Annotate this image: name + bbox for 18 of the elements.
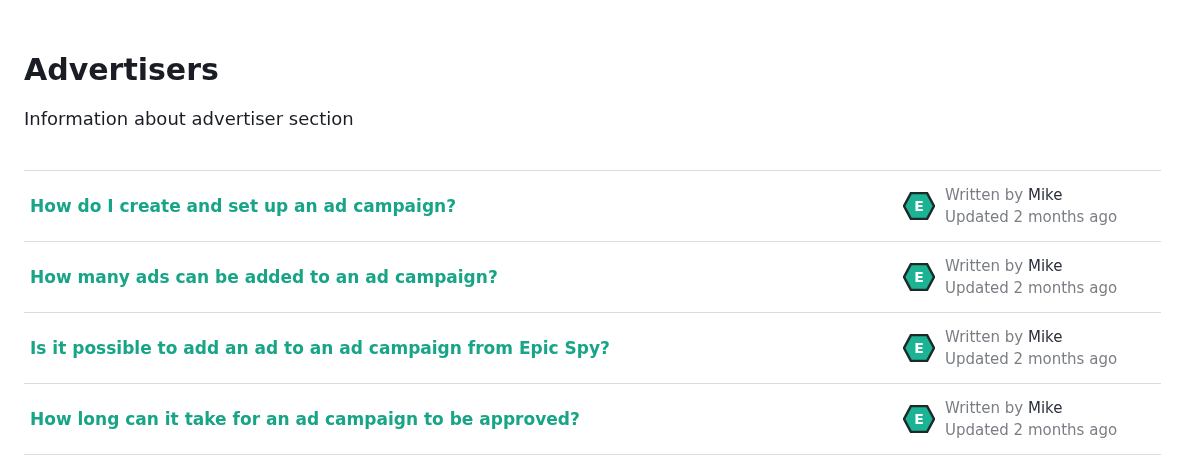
section-description: Information about advertiser section bbox=[24, 107, 355, 131]
article-link[interactable]: How long can it take for an ad campaign to be approved? bbox=[30, 409, 580, 429]
updated-time: Updated 2 months ago bbox=[945, 278, 1118, 299]
updated-time: Updated 2 months ago bbox=[945, 420, 1118, 441]
article-link[interactable]: How many ads can be added to an ad campaign? bbox=[30, 267, 498, 287]
article-link[interactable]: How do I create and set up an ad campaign? bbox=[30, 196, 457, 216]
author-line: Written by Mike bbox=[945, 256, 1064, 277]
author-avatar: E bbox=[903, 263, 935, 291]
updated-time: Updated 2 months ago bbox=[945, 349, 1118, 370]
author-line: Written by Mike bbox=[945, 185, 1064, 206]
author-avatar: E bbox=[903, 334, 935, 362]
author-avatar: E bbox=[903, 405, 935, 433]
author-avatar: E bbox=[903, 192, 935, 220]
author-line: Written by Mike bbox=[945, 327, 1064, 348]
updated-time: Updated 2 months ago bbox=[945, 207, 1118, 228]
article-link[interactable]: Is it possible to add an ad to an ad campaign from Epic Spy? bbox=[30, 338, 610, 358]
author-line: Written by Mike bbox=[945, 398, 1064, 419]
page-title: Advertisers bbox=[24, 51, 220, 89]
